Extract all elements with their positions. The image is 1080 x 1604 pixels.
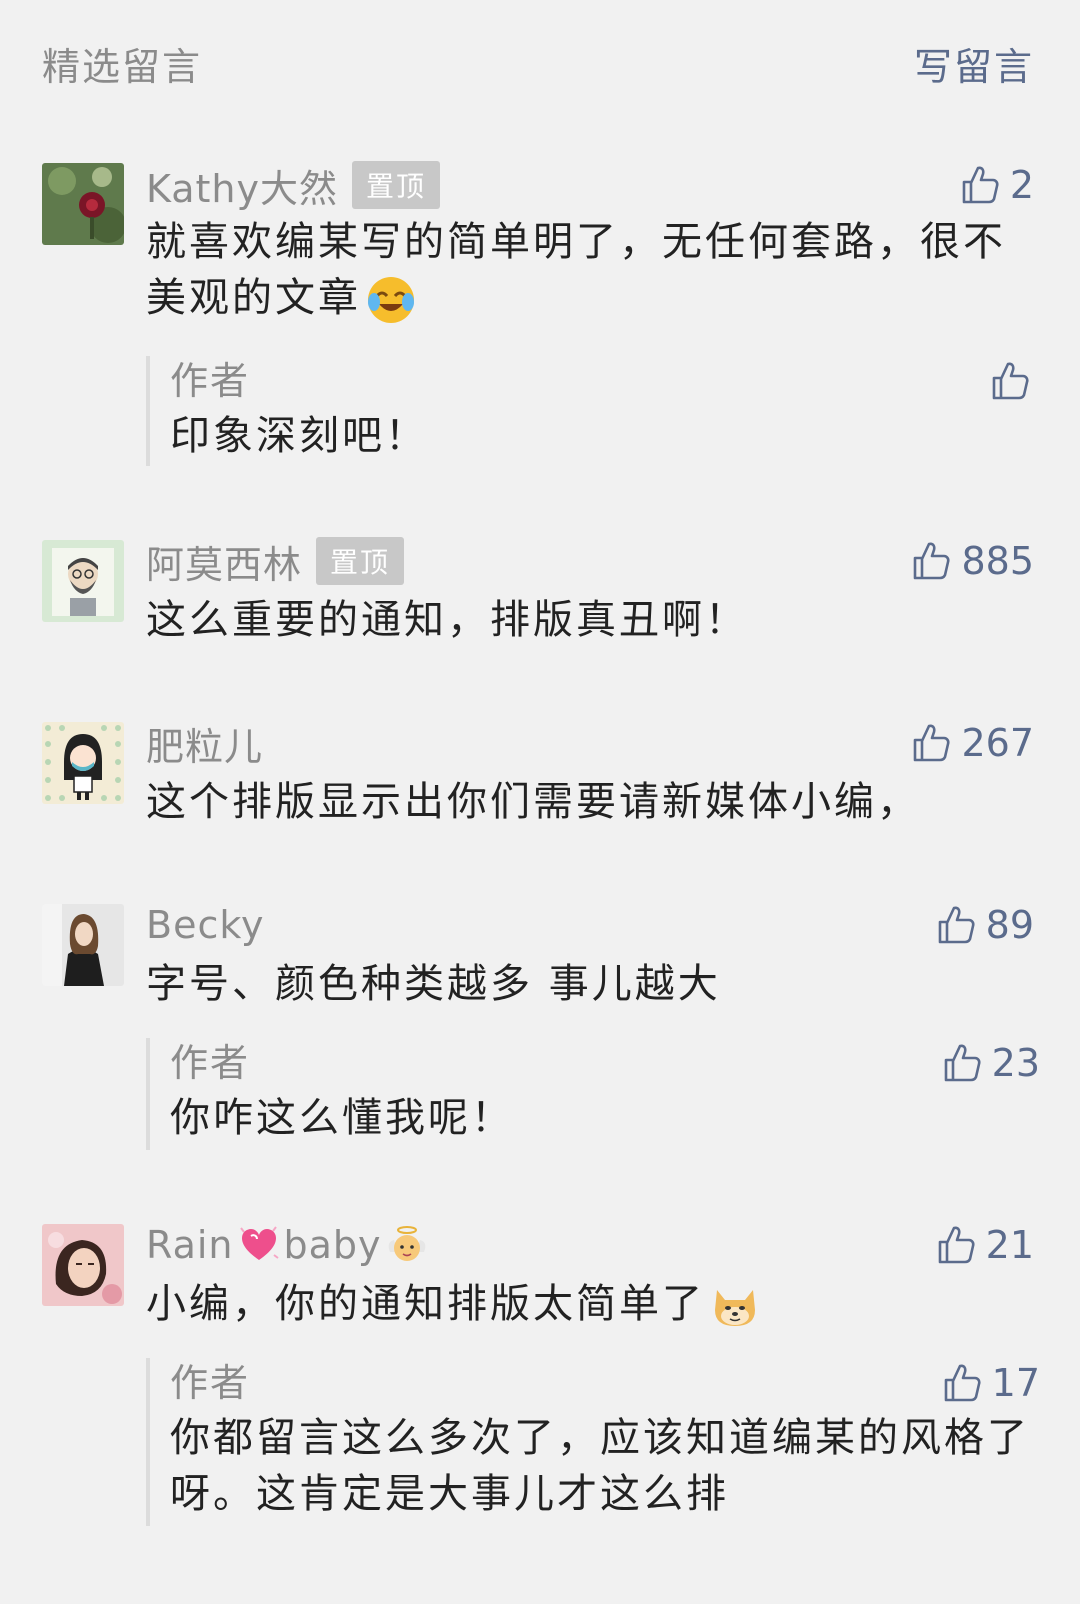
reply-like-button[interactable]: 17 [942,1358,1040,1408]
like-button[interactable]: 2 [960,160,1034,210]
comment-text: 就喜欢编某写的简单明了，无任何套路，很不美观的文章 [146,214,1026,326]
reply-text: 你咋这么懂我呢！ [170,1095,514,1141]
nickname-row: Rain baby [146,1220,432,1270]
nickname[interactable]: 阿莫西林 [146,534,302,589]
comment-text: 小编，你的通知排版太简单了 [146,1276,1026,1332]
avatar[interactable] [42,1224,124,1306]
reply-like-count: 17 [991,1361,1040,1405]
write-comment-button[interactable]: 写留言 [914,36,1034,91]
nickname-row: 肥粒儿 [146,716,263,771]
author-reply: 作者 23 你咋这么懂我呢！ [146,1038,1040,1150]
reply-like-button[interactable] [990,356,1040,406]
like-count: 89 [985,903,1034,947]
thumbs-up-icon [914,724,951,762]
nickname[interactable]: Kathy大然 [146,158,338,213]
reply-text: 印象深刻吧！ [170,413,428,459]
baby-angel-emoji [388,1226,425,1261]
like-button[interactable]: 89 [936,900,1034,950]
nickname-row: 阿莫西林 置顶 [146,534,405,589]
reply-like-count: 23 [991,1041,1040,1085]
nickname[interactable]: 肥粒儿 [146,716,263,771]
reply-text: 你都留言这么多次了，应该知道编某的风格了呀。这肯定是大事儿才这么排 [170,1415,1030,1517]
comments-header: 精选留言 写留言 [0,0,1080,120]
nickname-row: Kathy大然 置顶 [146,158,441,213]
like-count: 885 [961,539,1034,583]
reply-author: 作者 [170,1041,251,1085]
comment-content: 就喜欢编某写的简单明了，无任何套路，很不美观的文章 [146,219,1006,321]
doge-emoji [715,1290,755,1326]
nickname-part[interactable]: baby [284,1223,382,1267]
author-reply: 作者 17 你都留言这么多次了，应该知道编某的风格了呀。这肯定是大事儿才这么排 [146,1358,1040,1526]
comment-content: 小编，你的通知排版太简单了 [146,1281,705,1327]
like-button[interactable]: 885 [911,536,1034,586]
reply-like-button[interactable]: 23 [942,1038,1040,1088]
like-count: 2 [1009,163,1034,207]
nickname-row: Becky [146,900,264,950]
like-count: 21 [985,1223,1034,1267]
thumbs-up-icon [944,1044,981,1082]
sparkling-heart-emoji [239,1226,279,1260]
comment-text: 这么重要的通知，排版真丑啊！ [146,597,748,643]
thumbs-up-icon [962,166,999,204]
laughing-crying-emoji [368,277,414,323]
nickname[interactable]: Becky [146,903,264,947]
avatar[interactable] [42,163,124,245]
like-button[interactable]: 21 [936,1220,1034,1270]
thumbs-up-icon [938,1226,975,1264]
comment-text: 这个排版显示出你们需要请新媒体小编， [146,779,920,825]
thumbs-up-icon [992,362,1029,400]
author-reply: 作者 印象深刻吧！ [146,356,1040,466]
avatar[interactable] [42,540,124,622]
like-button[interactable]: 267 [911,718,1034,768]
like-count: 267 [961,721,1034,765]
thumbs-up-icon [944,1364,981,1402]
reply-author: 作者 [170,359,251,403]
thumbs-up-icon [938,906,975,944]
pinned-badge: 置顶 [316,537,405,585]
pinned-badge: 置顶 [352,161,441,209]
section-title: 精选留言 [42,45,203,89]
nickname-part[interactable]: Rain [146,1223,234,1267]
reply-author: 作者 [170,1361,251,1405]
avatar[interactable] [42,722,124,804]
thumbs-up-icon [914,542,951,580]
avatar[interactable] [42,904,124,986]
comment-text: 字号、颜色种类越多 事儿越大 [146,961,721,1007]
